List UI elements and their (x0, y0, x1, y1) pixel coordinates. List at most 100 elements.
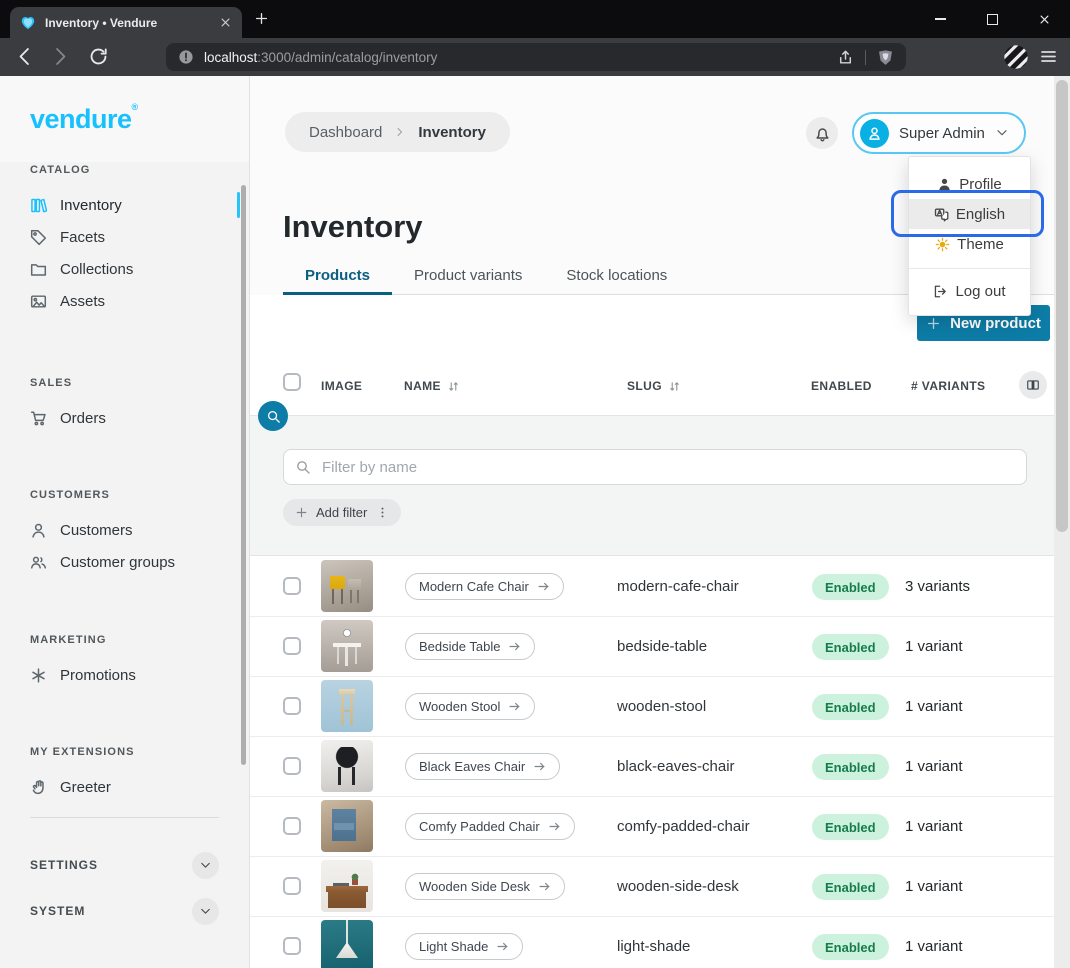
row-checkbox[interactable] (283, 937, 301, 955)
menu-item-theme[interactable]: Theme (909, 229, 1030, 259)
plus-icon (295, 506, 308, 519)
sidebar-section: MARKETINGPromotions (0, 634, 249, 691)
scrollbar-thumb[interactable] (1056, 80, 1068, 532)
sidebar-item-facets[interactable]: Facets (0, 221, 249, 253)
sidebar-section-settings: SETTINGS (30, 852, 219, 879)
product-name-chip[interactable]: Comfy Padded Chair (405, 813, 575, 840)
sidebar-item-label: Inventory (60, 197, 122, 214)
tab-products[interactable]: Products (283, 256, 392, 294)
sidebar-item-label: Greeter (60, 779, 111, 796)
column-header-enabled[interactable]: ENABLED (811, 379, 872, 393)
new-tab-button[interactable] (254, 11, 269, 26)
profile-icon (937, 177, 952, 192)
breadcrumb-inventory[interactable]: Inventory (418, 124, 486, 141)
menu-item-label: Log out (955, 283, 1005, 300)
column-header-image[interactable]: IMAGE (321, 379, 362, 393)
kebab-menu-icon[interactable] (376, 506, 389, 519)
sidebar-item-label: Collections (60, 261, 133, 278)
product-thumbnail (321, 680, 373, 732)
row-checkbox[interactable] (283, 637, 301, 655)
sidebar-item-customers[interactable]: Customers (0, 514, 249, 546)
variant-count: 1 variant (905, 818, 963, 835)
column-header-variants[interactable]: # VARIANTS (911, 379, 985, 393)
search-toggle-button[interactable] (258, 401, 288, 431)
status-badge: Enabled (812, 694, 889, 720)
sidebar-item-orders[interactable]: Orders (0, 402, 249, 434)
close-window-button[interactable] (1018, 0, 1070, 38)
filter-panel (250, 415, 1054, 556)
asterisk-icon (30, 667, 47, 684)
arrow-right-icon (538, 880, 551, 893)
row-checkbox[interactable] (283, 757, 301, 775)
page-scrollbar[interactable] (1054, 76, 1070, 968)
logout-icon (933, 284, 948, 299)
status-badge: Enabled (812, 634, 889, 660)
column-header-slug[interactable]: SLUG (627, 379, 681, 393)
brave-shield-icon[interactable] (877, 49, 894, 66)
product-name-chip[interactable]: Wooden Side Desk (405, 873, 565, 900)
site-info-icon[interactable] (178, 49, 194, 65)
browser-menu-icon[interactable] (1039, 47, 1058, 66)
logo-area: vendure® (0, 76, 249, 162)
browser-tab[interactable]: Inventory • Vendure (10, 7, 242, 38)
plus-icon (926, 316, 941, 331)
minimize-button[interactable] (914, 0, 966, 38)
notifications-button[interactable] (806, 117, 838, 149)
sidebar-item-promotions[interactable]: Promotions (0, 659, 249, 691)
sidebar-item-inventory[interactable]: Inventory (0, 189, 249, 221)
breadcrumb-dashboard[interactable]: Dashboard (309, 124, 382, 141)
sort-icon[interactable] (447, 380, 460, 393)
column-header-name[interactable]: NAME (404, 379, 460, 393)
tab-stock-locations[interactable]: Stock locations (544, 256, 689, 294)
expand-section-button[interactable] (192, 852, 219, 879)
tag-icon (30, 229, 47, 246)
forward-button[interactable] (50, 46, 71, 67)
expand-section-button[interactable] (192, 898, 219, 925)
sidebar-section: CUSTOMERS CustomersCustomer groups (0, 489, 249, 578)
browser-profile-avatar[interactable] (1003, 44, 1029, 70)
url-path: :3000/admin/catalog/inventory (257, 50, 437, 65)
share-icon[interactable] (837, 49, 854, 66)
row-checkbox[interactable] (283, 577, 301, 595)
product-slug: comfy-padded-chair (617, 818, 750, 835)
menu-item-english[interactable]: English (909, 199, 1030, 229)
product-thumbnail (321, 740, 373, 792)
status-badge: Enabled (812, 934, 889, 960)
column-settings-button[interactable] (1019, 371, 1047, 399)
product-name-chip[interactable]: Wooden Stool (405, 693, 535, 720)
arrow-right-icon (548, 820, 561, 833)
sidebar-section-label: CUSTOMERS (0, 489, 249, 501)
sort-icon[interactable] (668, 380, 681, 393)
row-checkbox[interactable] (283, 817, 301, 835)
search-icon (266, 409, 281, 424)
tab-close-icon[interactable] (219, 16, 232, 29)
user-menu-button[interactable]: Super Admin (852, 112, 1026, 154)
url-bar[interactable]: localhost:3000/admin/catalog/inventory (166, 43, 906, 71)
reload-button[interactable] (88, 46, 109, 67)
select-all-checkbox[interactable] (283, 373, 301, 391)
add-filter-button[interactable]: Add filter (283, 499, 401, 526)
sidebar-item-greeter[interactable]: Greeter (0, 771, 249, 803)
product-name-chip[interactable]: Modern Cafe Chair (405, 573, 564, 600)
filter-input[interactable] (283, 449, 1027, 485)
sidebar-item-customer-groups[interactable]: Customer groups (0, 546, 249, 578)
menu-item-log-out[interactable]: Log out (909, 276, 1030, 306)
product-thumbnail (321, 620, 373, 672)
product-thumbnail (321, 920, 373, 968)
sidebar-item-assets[interactable]: Assets (0, 285, 249, 317)
back-button[interactable] (14, 46, 35, 67)
product-name-chip[interactable]: Bedside Table (405, 633, 535, 660)
row-checkbox[interactable] (283, 697, 301, 715)
product-slug: wooden-side-desk (617, 878, 739, 895)
tab-product-variants[interactable]: Product variants (392, 256, 544, 294)
row-checkbox[interactable] (283, 877, 301, 895)
vendure-logo[interactable]: vendure® (30, 102, 138, 135)
sidebar-scrollbar[interactable] (241, 185, 246, 765)
sidebar-section-label: SETTINGS (30, 858, 98, 872)
product-name-chip[interactable]: Black Eaves Chair (405, 753, 560, 780)
maximize-button[interactable] (966, 0, 1018, 38)
sidebar-item-collections[interactable]: Collections (0, 253, 249, 285)
menu-item-label: English (956, 206, 1005, 223)
product-name-chip[interactable]: Light Shade (405, 933, 523, 960)
menu-item-profile[interactable]: Profile (909, 169, 1030, 199)
